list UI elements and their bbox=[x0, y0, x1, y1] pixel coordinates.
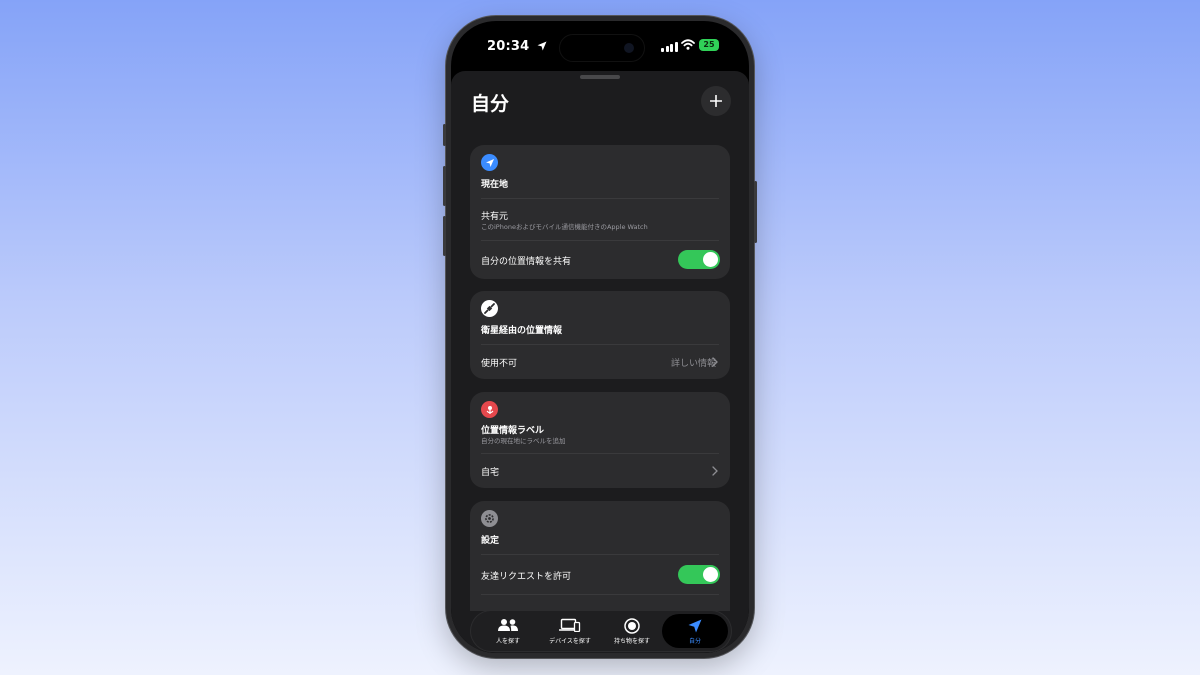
location-services-icon bbox=[537, 41, 547, 51]
tab-devices[interactable]: デバイスを探す bbox=[537, 614, 603, 648]
front-camera bbox=[624, 43, 634, 53]
satellite-status: 使用不可 bbox=[481, 359, 518, 369]
divider bbox=[481, 240, 719, 241]
page-title: 自分 bbox=[471, 93, 510, 115]
plus-icon bbox=[710, 95, 722, 107]
divider bbox=[481, 594, 719, 595]
devices-icon bbox=[559, 618, 581, 632]
volume-down-button bbox=[443, 216, 446, 256]
toggle-knob bbox=[703, 567, 718, 582]
tab-label: 自分 bbox=[688, 638, 701, 645]
divider bbox=[481, 453, 719, 454]
tab-bar: 人を探す デバイスを探す 持ち物を探す 自分 bbox=[471, 611, 731, 651]
battery-level: 25 bbox=[703, 40, 715, 49]
location-arrow-icon bbox=[688, 619, 702, 633]
cellular-signal-icon bbox=[661, 42, 678, 52]
settings-list[interactable]: 現在地 共有元 このiPhoneおよびモバイル通信機能付きのApple Watc… bbox=[451, 133, 749, 611]
satellite-location-card: 衛星経由の位置情報 使用不可 詳しい情報 bbox=[470, 291, 730, 379]
action-button bbox=[443, 124, 446, 146]
power-button bbox=[754, 181, 757, 243]
pin-icon bbox=[481, 401, 498, 418]
satellite-icon bbox=[481, 300, 498, 317]
satellite-heading: 衛星経由の位置情報 bbox=[481, 326, 563, 336]
friend-requests-label: 友達リクエストを許可 bbox=[481, 572, 572, 582]
settings-heading: 設定 bbox=[481, 536, 500, 546]
phone-frame: 20:34 25 自分 現在地 共有元 このiPhoneおよびモバイル通信機能付… bbox=[443, 16, 757, 658]
tab-label: デバイスを探す bbox=[549, 638, 591, 645]
add-button[interactable] bbox=[701, 86, 731, 116]
me-sheet: 自分 現在地 共有元 このiPhoneおよびモバイル通信機能付きのApple W… bbox=[451, 71, 749, 653]
chevron-right-icon bbox=[712, 357, 718, 367]
satellite-details-link[interactable]: 詳しい情報 bbox=[671, 356, 716, 369]
location-label-subtitle: 自分の現在地にラベルを追加 bbox=[481, 437, 566, 445]
current-location-card: 現在地 共有元 このiPhoneおよびモバイル通信機能付きのApple Watc… bbox=[470, 145, 730, 279]
tab-people[interactable]: 人を探す bbox=[475, 614, 541, 648]
home-label-row[interactable]: 自宅 bbox=[481, 465, 499, 478]
friend-requests-toggle[interactable] bbox=[678, 565, 720, 584]
shared-from-detail: このiPhoneおよびモバイル通信機能付きのApple Watch bbox=[481, 223, 648, 231]
current-location-heading: 現在地 bbox=[481, 180, 509, 190]
status-time-text: 20:34 bbox=[487, 39, 530, 54]
location-arrow-icon bbox=[481, 154, 498, 171]
volume-up-button bbox=[443, 166, 446, 206]
gear-icon bbox=[481, 510, 498, 527]
battery-indicator: 25 bbox=[699, 39, 719, 51]
tab-items[interactable]: 持ち物を探す bbox=[599, 614, 665, 648]
status-bar: 20:34 25 bbox=[451, 21, 749, 71]
status-time: 20:34 bbox=[487, 39, 547, 54]
divider bbox=[481, 344, 719, 345]
settings-card: 設定 友達リクエストを許可 bbox=[470, 501, 730, 611]
location-label-card: 位置情報ラベル 自分の現在地にラベルを追加 自宅 bbox=[470, 392, 730, 488]
sheet-grabber[interactable] bbox=[580, 75, 620, 79]
chevron-right-icon bbox=[712, 466, 718, 476]
phone-screen: 20:34 25 自分 現在地 共有元 このiPhoneおよびモバイル通信機能付… bbox=[451, 21, 749, 653]
airtag-icon bbox=[624, 618, 640, 634]
divider bbox=[481, 198, 719, 199]
divider bbox=[481, 554, 719, 555]
share-location-toggle[interactable] bbox=[678, 250, 720, 269]
share-location-label: 自分の位置情報を共有 bbox=[481, 257, 572, 267]
toggle-knob bbox=[703, 252, 718, 267]
dynamic-island bbox=[559, 34, 645, 62]
tab-me[interactable]: 自分 bbox=[662, 614, 728, 648]
tab-label: 人を探す bbox=[495, 638, 520, 645]
wifi-icon bbox=[681, 39, 695, 50]
people-icon bbox=[498, 619, 518, 631]
tab-label: 持ち物を探す bbox=[613, 638, 650, 645]
